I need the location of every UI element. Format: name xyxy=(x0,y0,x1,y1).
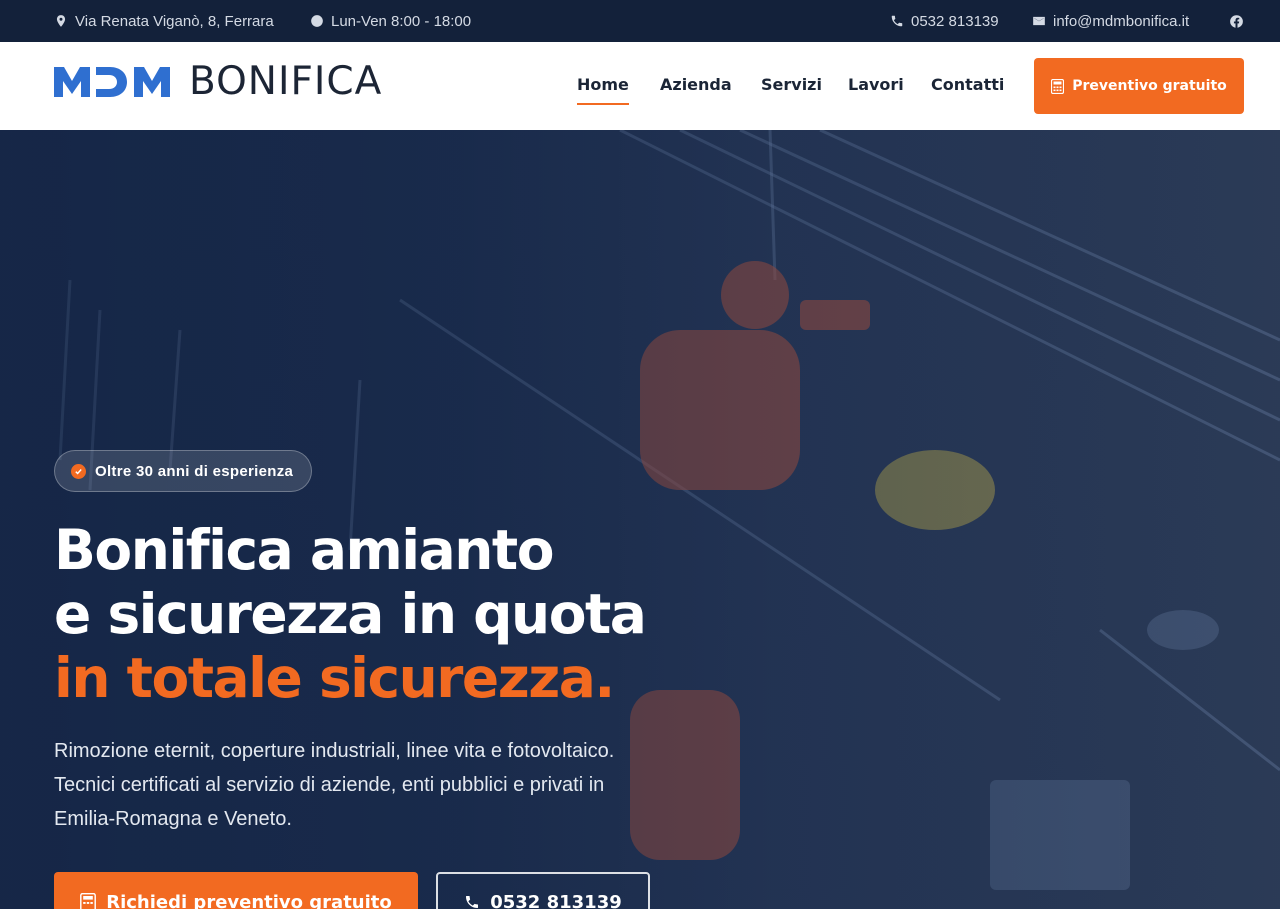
address-info: Via Renata Viganò, 8, Ferrara xyxy=(54,0,274,42)
nav-servizi[interactable]: Servizi xyxy=(761,75,822,94)
phone-icon xyxy=(466,896,479,908)
nav-azienda[interactable]: Azienda xyxy=(660,75,732,94)
address-text: Via Renata Viganò, 8, Ferrara xyxy=(75,12,274,30)
description-line-2: Tecnici certificati al servizio di azien… xyxy=(54,774,605,796)
call-phone-label: 0532 813139 xyxy=(490,891,622,909)
nav-contatti[interactable]: Contatti xyxy=(931,75,1004,94)
envelope-icon xyxy=(1033,16,1045,26)
calculator-icon xyxy=(80,893,97,909)
hours-text: Lun-Ven 8:00 - 18:00 xyxy=(331,12,472,30)
headline-line-1: Bonifica amianto xyxy=(54,518,554,582)
map-pin-icon xyxy=(56,15,66,27)
site-logo[interactable]: BONIFICA xyxy=(54,62,382,102)
description-line-1: Rimozione eternit, coperture industriali… xyxy=(54,740,615,762)
topbar-phone-link[interactable]: 0532 813139 xyxy=(890,0,999,42)
topbar-email-link[interactable]: info@mdmbonifica.it xyxy=(1032,0,1189,42)
calculator-icon xyxy=(1051,78,1065,94)
nav-home[interactable]: Home xyxy=(577,75,629,105)
facebook-icon xyxy=(1230,14,1243,28)
nav-lavori[interactable]: Lavori xyxy=(848,75,904,94)
request-quote-button[interactable]: Richiedi preventivo gratuito xyxy=(54,872,418,909)
headline-line-2: e sicurezza in quota xyxy=(54,582,647,646)
logo-wordmark: BONIFICA xyxy=(189,59,383,104)
hours-info: Lun-Ven 8:00 - 18:00 xyxy=(310,0,471,42)
hero-section: Oltre 30 anni di esperienza Bonifica ami… xyxy=(0,130,1280,909)
experience-badge: Oltre 30 anni di esperienza xyxy=(54,450,313,492)
phone-icon xyxy=(891,15,903,27)
site-header: BONIFICA Home Azienda Servizi Lavori Con… xyxy=(0,42,1280,130)
headline-accent: in totale sicurezza. xyxy=(54,646,615,710)
call-phone-button[interactable]: 0532 813139 xyxy=(436,872,650,909)
topbar-phone-text: 0532 813139 xyxy=(911,12,999,30)
clock-icon xyxy=(311,15,323,27)
hero-description: Rimozione eternit, coperture industriali… xyxy=(54,734,694,836)
check-badge-icon xyxy=(71,463,86,479)
logo-mark xyxy=(54,67,170,97)
topbar-email-text: info@mdmbonifica.it xyxy=(1053,12,1190,30)
request-quote-label: Richiedi preventivo gratuito xyxy=(106,891,392,909)
top-info-bar: Via Renata Viganò, 8, Ferrara Lun-Ven 8:… xyxy=(0,0,1280,42)
facebook-link[interactable] xyxy=(1229,0,1244,42)
hero-headline: Bonifica amianto e sicurezza in quota in… xyxy=(54,518,647,710)
experience-badge-text: Oltre 30 anni di esperienza xyxy=(95,462,294,480)
preventivo-header-label: Preventivo gratuito xyxy=(1072,78,1227,94)
preventivo-header-button[interactable]: Preventivo gratuito xyxy=(1034,58,1244,114)
description-line-3: Emilia-Romagna e Veneto. xyxy=(54,808,292,830)
